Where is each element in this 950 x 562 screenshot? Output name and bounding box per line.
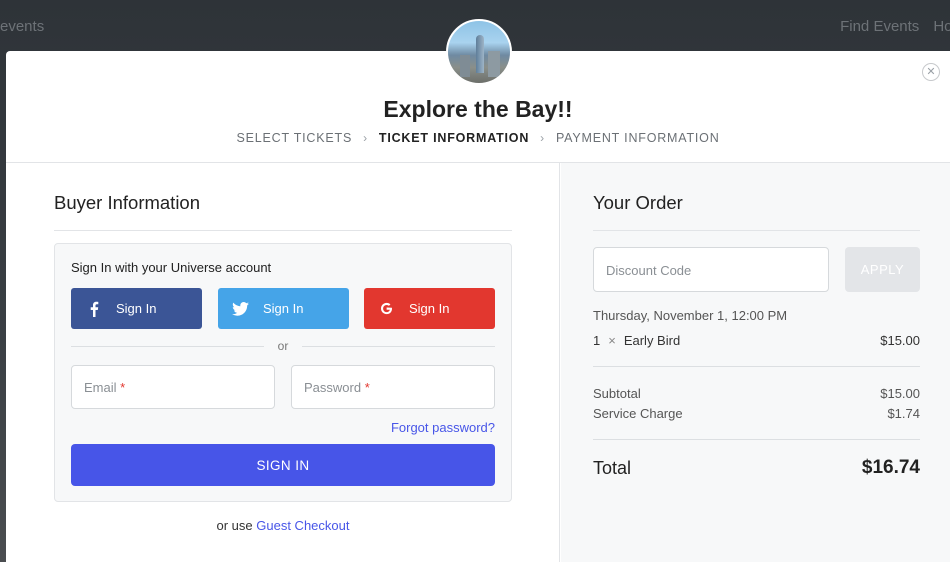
- forgot-password-link[interactable]: Forgot password?: [391, 420, 495, 435]
- step-payment-information[interactable]: PAYMENT INFORMATION: [556, 131, 720, 145]
- subtotal-value: $15.00: [880, 386, 920, 401]
- subtotal-label: Subtotal: [593, 386, 641, 401]
- guest-checkout-row: or use Guest Checkout: [54, 518, 512, 533]
- subtotal-row: Subtotal $15.00: [593, 386, 920, 401]
- google-signin-button[interactable]: Sign In: [364, 288, 495, 329]
- background-nav-host: Hos: [933, 18, 950, 35]
- or-label: or: [277, 339, 289, 353]
- signin-box: Sign In with your Universe account Sign …: [54, 243, 512, 502]
- twitter-signin-label: Sign In: [263, 301, 304, 316]
- facebook-icon: [71, 301, 116, 317]
- divider: [54, 230, 512, 231]
- total-value: $16.74: [861, 457, 920, 478]
- password-field[interactable]: Password *: [291, 365, 495, 409]
- email-placeholder: Email: [84, 380, 117, 395]
- buyer-information-title: Buyer Information: [54, 192, 201, 213]
- step-select-tickets[interactable]: SELECT TICKETS: [236, 131, 352, 145]
- signin-button[interactable]: SIGN IN: [71, 444, 495, 486]
- required-marker: *: [120, 380, 126, 395]
- service-charge-label: Service Charge: [593, 406, 683, 421]
- apply-discount-button[interactable]: APPLY: [845, 247, 920, 292]
- service-charge-row: Service Charge $1.74: [593, 406, 920, 421]
- event-title: Explore the Bay!!: [383, 96, 573, 122]
- checkout-steps: SELECT TICKETS › TICKET INFORMATION › PA…: [6, 131, 950, 145]
- google-icon: [364, 301, 409, 316]
- twitter-signin-button[interactable]: Sign In: [218, 288, 349, 329]
- google-signin-label: Sign In: [409, 301, 450, 316]
- order-summary-panel: Your Order Discount Code APPLY Thursday,…: [561, 163, 950, 562]
- event-date: Thursday, November 1, 12:00 PM: [593, 308, 788, 323]
- facebook-signin-button[interactable]: Sign In: [71, 288, 202, 329]
- times-icon: ×: [608, 333, 616, 348]
- email-field[interactable]: Email *: [71, 365, 275, 409]
- checkout-modal: ✕ Explore the Bay!! SELECT TICKETS › TIC…: [6, 51, 950, 562]
- event-avatar: [446, 19, 512, 85]
- item-price: $15.00: [880, 333, 920, 348]
- guest-prefix: or use: [216, 518, 253, 533]
- total-label: Total: [593, 457, 632, 478]
- divider: [593, 439, 920, 440]
- close-icon[interactable]: ✕: [922, 63, 940, 81]
- divider: [593, 230, 920, 231]
- total-row: Total $16.74: [593, 457, 920, 479]
- item-name: Early Bird: [623, 333, 681, 348]
- step-chevron-icon: ›: [363, 131, 368, 145]
- facebook-signin-label: Sign In: [116, 301, 157, 316]
- step-chevron-icon: ›: [540, 131, 545, 145]
- or-divider: or: [71, 339, 496, 353]
- your-order-title: Your Order: [593, 192, 683, 213]
- guest-checkout-link[interactable]: Guest Checkout: [256, 518, 349, 533]
- divider: [593, 366, 920, 367]
- step-ticket-information[interactable]: TICKET INFORMATION: [379, 131, 529, 145]
- buyer-information-panel: Buyer Information Sign In with your Univ…: [6, 163, 560, 562]
- discount-code-input[interactable]: Discount Code: [593, 247, 829, 292]
- background-nav-find-events: Find Events: [840, 18, 920, 35]
- service-charge-value: $1.74: [887, 406, 920, 421]
- required-marker: *: [364, 380, 370, 395]
- signin-heading: Sign In with your Universe account: [71, 260, 272, 275]
- order-item-row: 1 × Early Bird $15.00: [593, 333, 920, 348]
- item-quantity: 1: [593, 333, 601, 348]
- background-nav-events: events: [0, 18, 45, 35]
- password-placeholder: Password: [304, 380, 362, 395]
- background-nav-right: Find Events Hos: [840, 18, 950, 35]
- twitter-icon: [218, 301, 263, 316]
